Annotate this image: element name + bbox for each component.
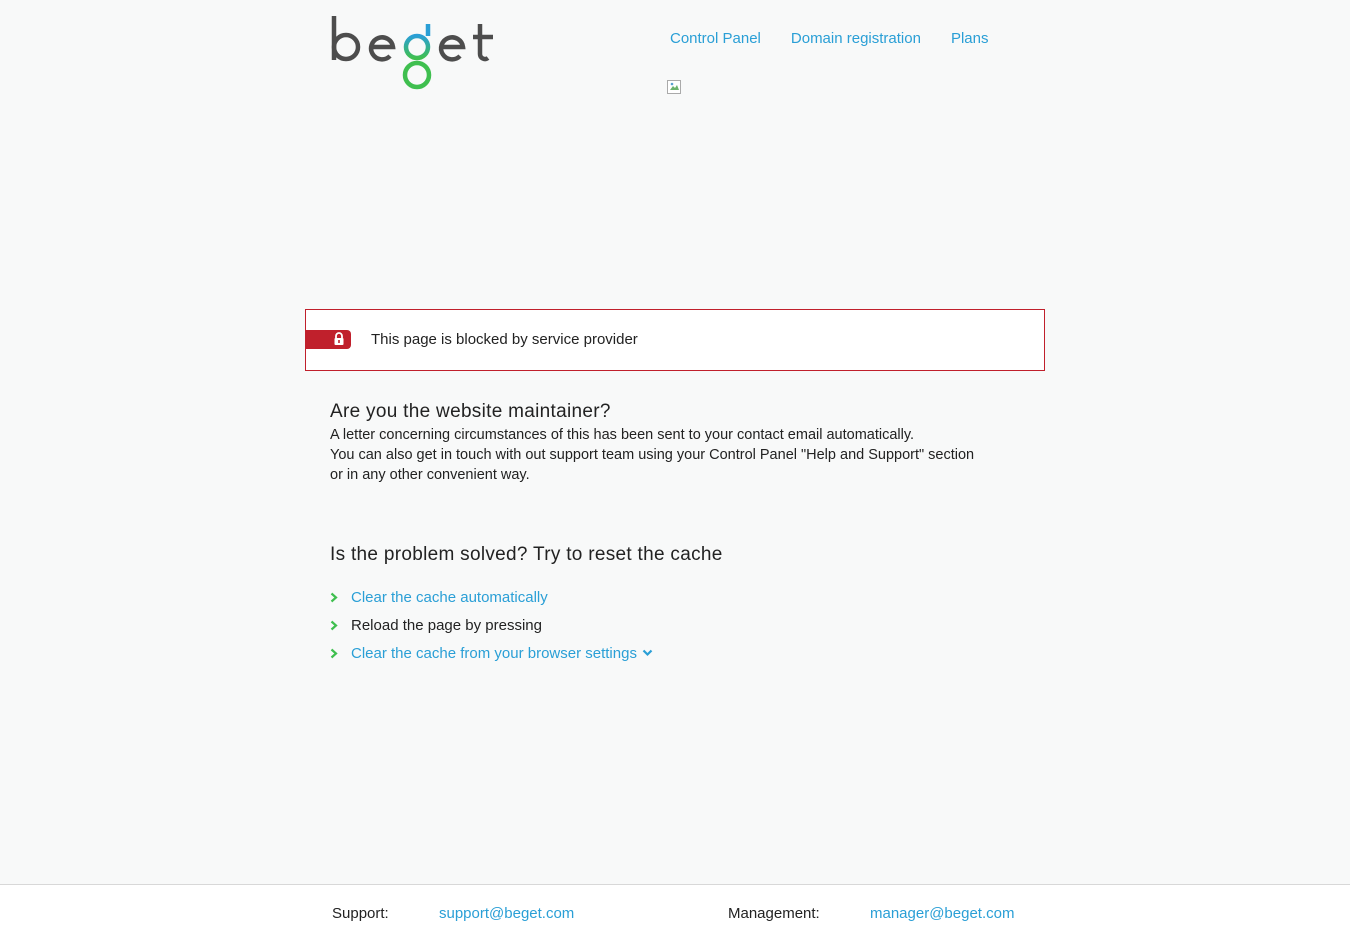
maintainer-line: or in any other convenient way. [330, 467, 530, 483]
cache-options-list: Clear the cache automatically Reload the… [330, 583, 653, 667]
beget-logo-mark [331, 16, 493, 90]
support-email-link[interactable]: support@beget.com [439, 905, 574, 922]
nav-plans[interactable]: Plans [951, 30, 989, 47]
list-item: Reload the page by pressing [330, 611, 653, 639]
clear-cache-auto-link[interactable]: Clear the cache automatically [351, 589, 548, 606]
list-item: Clear the cache from your browser settin… [330, 639, 653, 667]
management-email-link[interactable]: manager@beget.com [870, 905, 1014, 922]
clear-cache-browser-toggle[interactable]: Clear the cache from your browser settin… [351, 645, 637, 662]
cache-heading: Is the problem solved? Try to reset the … [330, 544, 723, 565]
chevron-right-icon [330, 620, 351, 631]
lock-icon [334, 332, 344, 345]
reload-page-text: Reload the page by pressing [351, 616, 542, 634]
maintainer-text: A letter concerning circumstances of thi… [330, 425, 1050, 485]
nav-control-panel[interactable]: Control Panel [670, 30, 761, 47]
footer: Support: support@beget.com Management: m… [0, 884, 1350, 941]
broken-image-icon [667, 80, 681, 94]
maintainer-line: A letter concerning circumstances of thi… [330, 427, 915, 443]
blocked-message: This page is blocked by service provider [371, 331, 638, 348]
management-label: Management: [728, 905, 820, 922]
maintainer-heading: Are you the website maintainer? [330, 401, 611, 422]
list-item: Clear the cache automatically [330, 583, 653, 611]
maintainer-line: You can also get in touch with out suppo… [330, 447, 975, 463]
chevron-right-icon [330, 592, 351, 603]
nav-domain-registration[interactable]: Domain registration [791, 30, 921, 47]
chevron-right-icon [330, 648, 351, 659]
blocked-alert: This page is blocked by service provider [305, 309, 1045, 371]
beget-logo[interactable] [330, 14, 494, 92]
lock-badge [306, 330, 351, 349]
chevron-down-icon[interactable] [642, 649, 653, 657]
top-nav: Control Panel Domain registration Plans [670, 30, 988, 47]
support-label: Support: [332, 905, 389, 922]
